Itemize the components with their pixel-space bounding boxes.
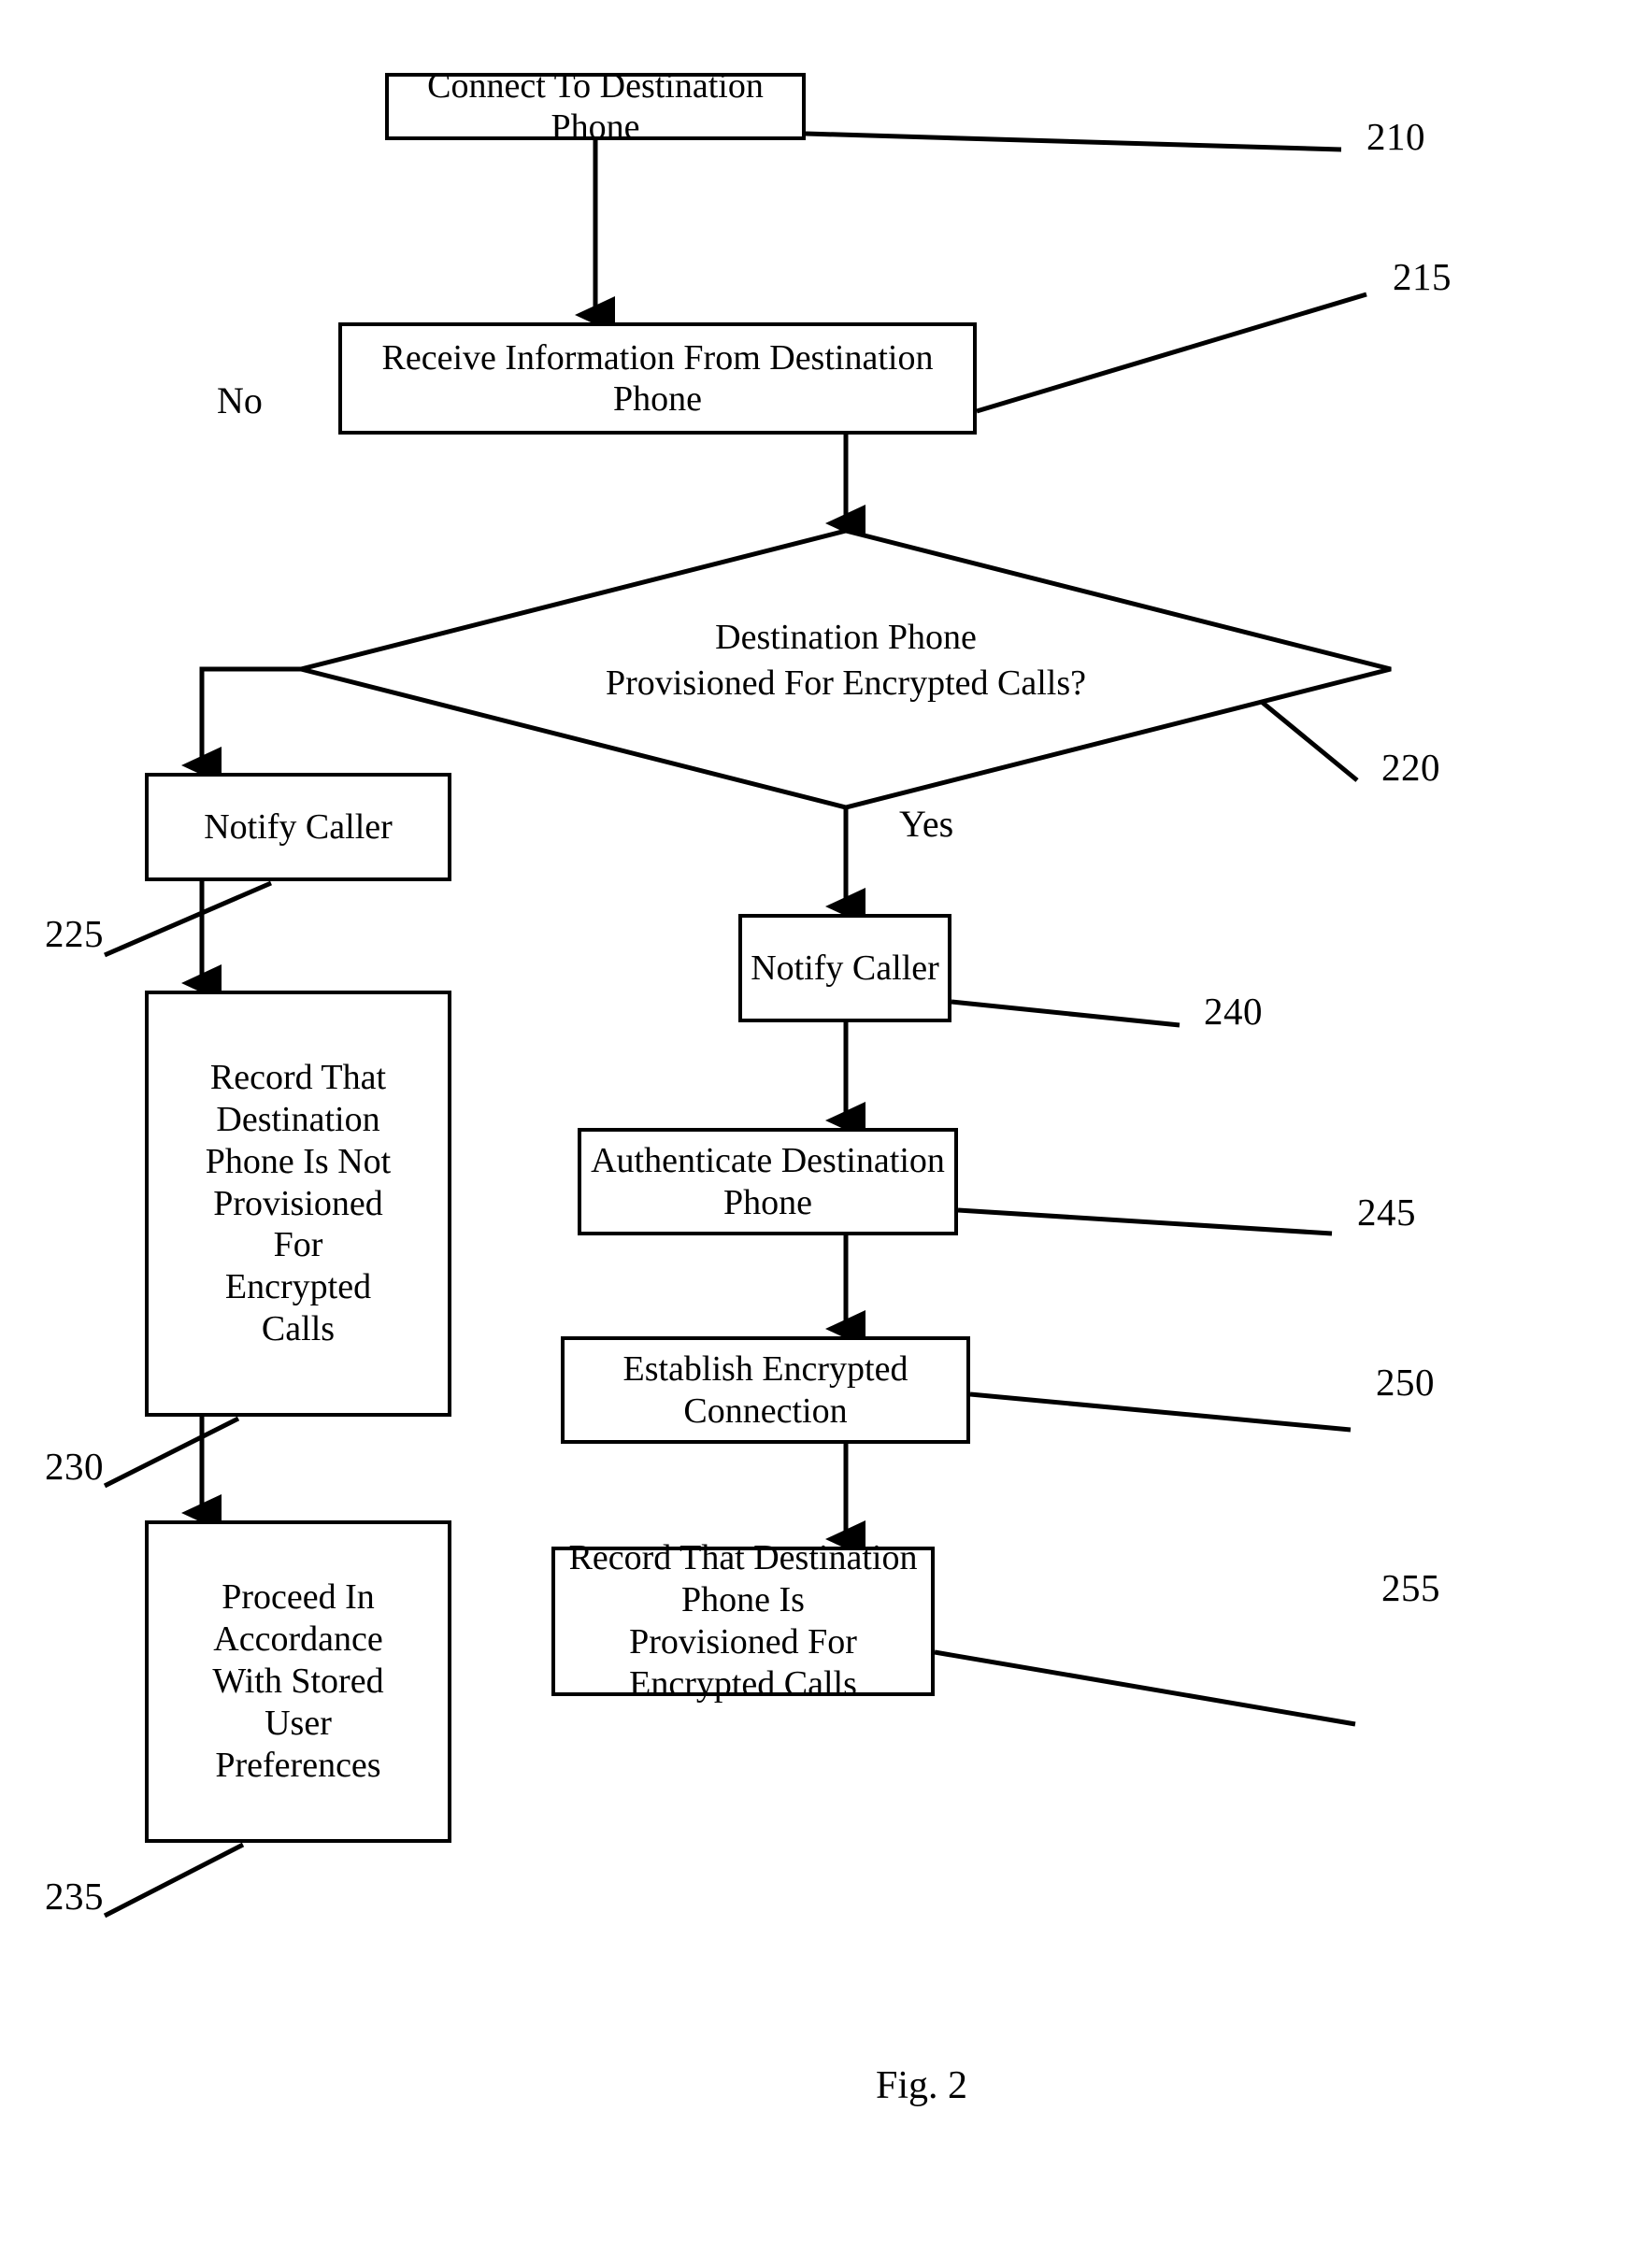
leader-line-210	[805, 131, 1342, 152]
node-establish-encrypted-connection: Establish Encrypted Connection	[561, 1336, 970, 1444]
node-proceed-with-stored-user-preferences: Proceed In Accordance With Stored User P…	[145, 1520, 451, 1843]
patent-figure-2: Connect To Destination Phone Receive Info…	[0, 0, 1645, 2268]
reference-numeral-250: 250	[1376, 1361, 1435, 1404]
branch-label-yes: Yes	[899, 803, 954, 845]
reference-numeral-230: 230	[45, 1445, 104, 1488]
node-authenticate-destination-phone: Authenticate Destination Phone	[578, 1128, 958, 1235]
reference-numeral-235: 235	[45, 1875, 104, 1918]
node-receive-information-from-destination-phone: Receive Information From Destination Pho…	[338, 322, 977, 435]
leader-line-255	[934, 1649, 1356, 1727]
node-text-destination-phone-provisioned-decision: Destination Phone Provisioned For Encryp…	[606, 618, 1086, 704]
leader-line-220	[1251, 692, 1359, 782]
node-notify-caller-yes-branch: Notify Caller	[738, 914, 951, 1022]
reference-numeral-220: 220	[1381, 746, 1440, 789]
reference-numeral-225: 225	[45, 912, 104, 955]
reference-numeral-210: 210	[1366, 115, 1425, 158]
reference-numeral-240: 240	[1204, 990, 1263, 1033]
figure-caption: Fig. 2	[876, 2064, 968, 2107]
node-record-provisioned-for-encrypted-calls: Record That Destination Phone Is Provisi…	[551, 1538, 935, 1704]
edge-220-no-to-225	[180, 666, 353, 784]
leader-line-235	[103, 1842, 245, 1919]
reference-numeral-245: 245	[1357, 1191, 1416, 1234]
branch-label-no: No	[217, 379, 263, 421]
node-connect-to-destination-phone: Connect To Destination Phone	[385, 66, 806, 147]
node-notify-caller-no-branch: Notify Caller	[145, 773, 451, 881]
node-record-not-provisioned: Record That Destination Phone Is Not Pro…	[145, 991, 451, 1417]
leader-line-225	[104, 880, 272, 958]
leader-line-215	[976, 292, 1367, 414]
leader-line-245	[957, 1207, 1333, 1236]
leader-line-230	[103, 1416, 240, 1489]
reference-numeral-215: 215	[1393, 255, 1452, 298]
reference-numeral-255: 255	[1381, 1566, 1440, 1609]
leader-line-240	[951, 999, 1180, 1028]
leader-line-250	[969, 1391, 1352, 1433]
